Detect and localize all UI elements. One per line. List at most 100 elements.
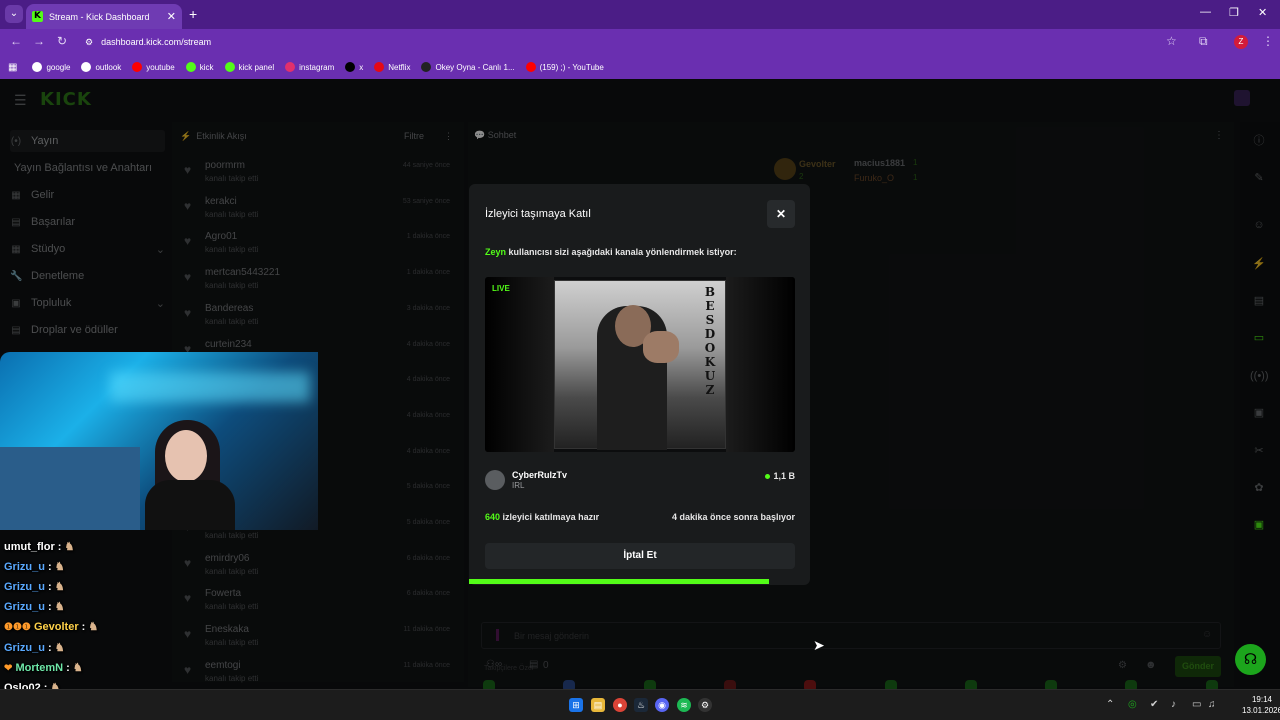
- browser-tab-bar: ⌄ K Stream - Kick Dashboard ✕ + — ❐ ✕: [0, 0, 1280, 29]
- emote-icon: ♞: [54, 581, 65, 594]
- settings-icon[interactable]: ⚙: [698, 698, 712, 712]
- clock-date: 13.01.2026: [1242, 706, 1280, 715]
- emote-icon: ♞: [54, 601, 65, 614]
- apps-icon[interactable]: ▦: [8, 62, 17, 73]
- tray-steam-icon[interactable]: ✔: [1150, 699, 1158, 710]
- steam-icon[interactable]: ♨: [634, 698, 648, 712]
- tray-chevron-icon[interactable]: ⌃: [1106, 699, 1114, 710]
- channel-name: CyberRulzTv: [512, 470, 568, 480]
- bookmark-item[interactable]: kick: [185, 62, 214, 72]
- bookmark-item[interactable]: kick panel: [224, 62, 275, 72]
- bookmark-label: Netflix: [388, 62, 411, 72]
- maximize-button[interactable]: ❐: [1229, 6, 1239, 19]
- menu-icon[interactable]: ⋮: [1262, 34, 1274, 48]
- network-icon[interactable]: ▭: [1192, 699, 1201, 710]
- raid-progress-fill: [469, 579, 770, 584]
- emote-icon: ♞: [54, 641, 65, 654]
- site-info-icon[interactable]: ⚙: [85, 37, 93, 48]
- bookmark-item[interactable]: x: [345, 62, 363, 72]
- modal-title: İzleyici taşımaya Katıl: [485, 208, 591, 220]
- raid-progress-bar: [469, 579, 810, 585]
- minimize-button[interactable]: —: [1200, 6, 1211, 18]
- bookmark-item[interactable]: Netflix: [374, 62, 410, 72]
- microphone-icon[interactable]: ♪: [1171, 699, 1176, 710]
- youtube-icon: [525, 62, 536, 72]
- bookmark-label: outlook: [95, 62, 122, 72]
- badge-icon: ❶❶❶: [4, 622, 31, 634]
- overlay-chat-line: Grizu_u : ♞: [4, 641, 65, 654]
- bookmarks-bar: ▦ google outlook youtube kick kick panel inst…: [0, 55, 1280, 79]
- start-icon[interactable]: ⊞: [569, 698, 583, 712]
- thumbnail-text: BESDOKUZ: [704, 285, 716, 397]
- bookmark-label: youtube: [146, 62, 175, 72]
- youtube-icon: [132, 62, 143, 72]
- cancel-button[interactable]: İptal Et: [485, 543, 795, 569]
- x-icon: [345, 62, 356, 72]
- tab-title: Stream - Kick Dashboard: [49, 11, 150, 22]
- taskbar-clock[interactable]: 19:14 13.01.2026: [1242, 694, 1280, 716]
- bookmark-item[interactable]: (159) ;) - YouTube: [525, 62, 604, 72]
- new-tab-button[interactable]: +: [189, 6, 197, 22]
- netflix-icon: [374, 62, 385, 72]
- live-dot-icon: [765, 474, 771, 480]
- bookmark-item[interactable]: google: [32, 62, 70, 72]
- volume-icon[interactable]: ♫: [1208, 699, 1216, 710]
- bookmark-item[interactable]: instagram: [285, 62, 334, 72]
- bookmark-item[interactable]: Okey Oyna - Canlı 1...: [421, 62, 515, 72]
- okey-icon: [421, 62, 432, 72]
- tray-app-icon[interactable]: ◎: [1128, 699, 1137, 710]
- chrome-icon[interactable]: ●: [613, 698, 627, 712]
- close-window-button[interactable]: ✕: [1258, 6, 1267, 19]
- overlay-chat-line: umut_flor : ♞: [4, 541, 75, 553]
- bookmark-item[interactable]: outlook: [81, 62, 121, 72]
- target-channel[interactable]: CyberRulzTv IRL 1,1 B: [485, 469, 795, 493]
- bookmark-label: Okey Oyna - Canlı 1...: [435, 62, 515, 72]
- clock-time: 19:14: [1251, 695, 1272, 704]
- discord-icon[interactable]: ◉: [655, 698, 669, 712]
- viewer-count: 1,1 B: [765, 471, 795, 481]
- browser-navbar: ← → ↻ ⚙ dashboard.kick.com/stream ☆ ⧉ Z …: [0, 29, 1280, 55]
- overlay-chat-user: Grizu_u: [4, 581, 45, 594]
- browser-tab[interactable]: K Stream - Kick Dashboard ✕: [26, 4, 182, 29]
- kick-favicon-icon: K: [32, 11, 43, 22]
- instagram-icon: [285, 62, 296, 72]
- tab-close-icon[interactable]: ✕: [167, 10, 176, 23]
- file-explorer-icon[interactable]: ▤: [591, 698, 605, 712]
- kick-icon: [185, 62, 196, 72]
- overlay-chat-line: ❤ MortemN : ♞: [4, 661, 83, 674]
- overlay-chat-user: Gevolter: [33, 621, 79, 634]
- mouse-cursor-icon: ➤: [813, 637, 825, 653]
- tab-search-button[interactable]: ⌄: [5, 5, 23, 23]
- bookmark-label: instagram: [299, 62, 335, 72]
- bookmark-label: google: [46, 62, 71, 72]
- forward-icon[interactable]: →: [33, 34, 45, 48]
- overlay-chat-line: Grizu_u : ♞: [4, 581, 65, 594]
- live-badge: LIVE: [492, 284, 510, 293]
- starts-text: 4 dakika önce sonra başlıyor: [671, 512, 795, 522]
- bookmark-label: kick panel: [238, 62, 275, 72]
- back-icon[interactable]: ←: [10, 34, 22, 48]
- support-fab-icon[interactable]: ☊: [1235, 644, 1266, 675]
- raid-message: Zeyn kullanıcısı sizi aşağıdaki kanala y…: [485, 247, 737, 257]
- overlay-chat-user: Grizu_u: [4, 561, 45, 574]
- reload-icon[interactable]: ↻: [57, 34, 67, 48]
- requester-name[interactable]: Zeyn: [485, 247, 506, 257]
- channel-category: IRL: [512, 481, 525, 490]
- close-button[interactable]: ✕: [767, 200, 795, 228]
- emote-icon: ♞: [54, 561, 65, 574]
- extensions-icon[interactable]: ⧉: [1199, 34, 1208, 49]
- emote-icon: ♞: [88, 621, 99, 634]
- windows-taskbar: ⊞ ▤ ● ♨ ◉ ≋ ⚙ ⌃ ◎ ✔ ♪ ▭ ♫ 19:14 13.01.20…: [0, 689, 1280, 720]
- bookmark-label: x: [359, 62, 364, 72]
- overlay-chat-user: Grizu_u: [4, 641, 45, 654]
- address-bar[interactable]: ⚙ dashboard.kick.com/stream: [85, 32, 1195, 52]
- spotify-icon[interactable]: ≋: [677, 698, 691, 712]
- stream-thumbnail[interactable]: BESDOKUZ LIVE: [485, 277, 795, 452]
- bookmark-label: (159) ;) - YouTube: [539, 62, 604, 72]
- overlay-chat-line: ❶❶❶ Gevolter : ♞: [4, 621, 99, 634]
- raid-stats: 640 izleyici katılmaya hazır 4 dakika ön…: [485, 512, 795, 522]
- profile-avatar[interactable]: Z: [1234, 35, 1248, 49]
- badge-icon: ❤: [4, 662, 13, 674]
- bookmark-star-icon[interactable]: ☆: [1166, 34, 1177, 48]
- bookmark-item[interactable]: youtube: [132, 62, 175, 72]
